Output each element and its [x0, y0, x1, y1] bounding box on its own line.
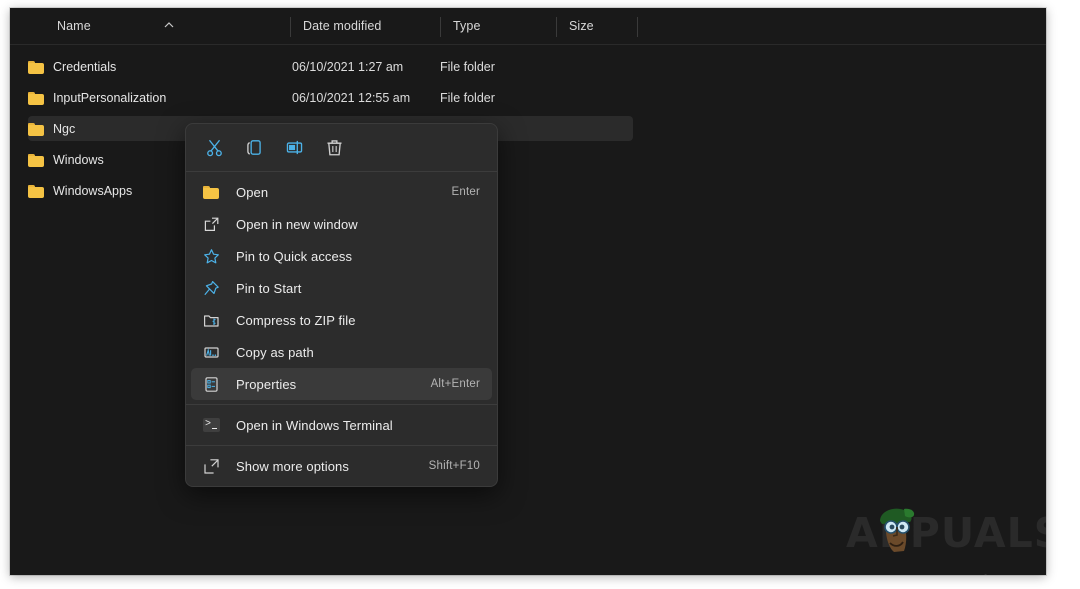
menu-item-pin-to-quick-access[interactable]: Pin to Quick access	[191, 240, 492, 272]
table-row[interactable]: Credentials 06/10/2021 1:27 am File folder	[28, 54, 633, 79]
menu-item-open-in-windows-terminal[interactable]: Open in Windows Terminal	[191, 409, 492, 441]
folder-icon	[28, 91, 45, 105]
column-header-label: Name	[57, 19, 91, 33]
context-menu-items[interactable]: Open Enter Open in new window Pin to Quick …	[186, 172, 497, 486]
column-header-name[interactable]: Name	[46, 8, 91, 44]
column-divider[interactable]	[290, 17, 291, 37]
folder-icon	[28, 122, 45, 136]
menu-item-open[interactable]: Open Enter	[191, 176, 492, 208]
folder-icon	[203, 184, 220, 201]
column-header-size[interactable]: Size	[558, 8, 594, 44]
file-type: File folder	[440, 90, 495, 105]
show-more-options-icon	[203, 458, 220, 475]
screenshot-root: Name Date modified Type Size Credentials 06/…	[0, 0, 1080, 589]
column-divider[interactable]	[637, 17, 638, 37]
rename-icon	[285, 138, 304, 157]
column-header-bar: Name Date modified Type Size	[10, 8, 1046, 45]
file-name-label: InputPersonalization	[53, 90, 167, 105]
column-header-date-modified[interactable]: Date modified	[292, 8, 381, 44]
copy-as-path-icon	[203, 344, 220, 361]
properties-icon	[203, 376, 220, 393]
cut-icon	[205, 138, 224, 157]
copy-icon	[245, 138, 264, 157]
menu-item-label: Properties	[236, 376, 297, 392]
menu-item-show-more-options[interactable]: Show more options Shift+F10	[191, 450, 492, 482]
menu-item-label: Open in Windows Terminal	[236, 417, 393, 433]
file-explorer-window: Name Date modified Type Size Credentials 06/…	[10, 8, 1046, 575]
file-row-name[interactable]: WindowsApps	[28, 178, 132, 203]
delete-button[interactable]	[317, 132, 351, 163]
pin-icon	[203, 280, 220, 297]
zip-folder-icon	[203, 312, 220, 329]
chevron-up-icon	[162, 20, 176, 30]
file-row-name[interactable]: InputPersonalization	[28, 85, 166, 110]
file-name-label: WindowsApps	[53, 183, 133, 198]
column-header-label: Size	[569, 19, 594, 33]
menu-item-open-in-new-window[interactable]: Open in new window	[191, 208, 492, 240]
column-divider[interactable]	[556, 17, 557, 37]
menu-separator	[186, 404, 497, 405]
folder-icon	[28, 153, 45, 167]
cut-button[interactable]	[197, 132, 231, 163]
file-name-label: Credentials	[53, 59, 117, 74]
column-header-type[interactable]: Type	[442, 8, 481, 44]
file-row-name[interactable]: Ngc	[28, 116, 75, 141]
rename-button[interactable]	[277, 132, 311, 163]
file-name-label: Ngc	[53, 121, 76, 136]
table-row[interactable]: InputPersonalization 06/10/2021 12:55 am F…	[28, 85, 633, 110]
wsxdn-watermark: wsxdn.com	[959, 571, 1021, 575]
menu-item-label: Pin to Start	[236, 280, 302, 296]
column-header-label: Type	[453, 19, 481, 33]
star-icon	[203, 248, 220, 265]
menu-item-properties[interactable]: Properties Alt+Enter	[191, 368, 492, 400]
terminal-icon	[203, 417, 220, 434]
menu-item-label: Open in new window	[236, 216, 358, 232]
folder-icon	[28, 184, 45, 198]
menu-item-shortcut: Alt+Enter	[430, 378, 480, 390]
menu-item-shortcut: Enter	[451, 186, 480, 198]
file-row-name[interactable]: Credentials	[28, 54, 116, 79]
column-divider[interactable]	[440, 17, 441, 37]
menu-item-label: Open	[236, 184, 269, 200]
file-type: File folder	[440, 59, 495, 74]
menu-item-copy-as-path[interactable]: Copy as path	[191, 336, 492, 368]
menu-item-label: Show more options	[236, 458, 349, 474]
open-in-new-window-icon	[203, 216, 220, 233]
file-date-modified: 06/10/2021 12:55 am	[292, 90, 411, 105]
menu-item-label: Compress to ZIP file	[236, 312, 356, 328]
menu-item-shortcut: Shift+F10	[428, 460, 480, 472]
file-list[interactable]: Credentials 06/10/2021 1:27 am File folder…	[10, 44, 1046, 575]
file-date-modified: 06/10/2021 1:27 am	[292, 59, 404, 74]
folder-icon	[28, 60, 45, 74]
menu-separator	[186, 445, 497, 446]
menu-item-compress-to-zip-file[interactable]: Compress to ZIP file	[191, 304, 492, 336]
file-name-label: Windows	[53, 152, 104, 167]
context-menu[interactable]: Open Enter Open in new window Pin to Quick …	[185, 123, 498, 487]
menu-item-label: Copy as path	[236, 344, 314, 360]
column-header-label: Date modified	[303, 19, 382, 33]
file-row-name[interactable]: Windows	[28, 147, 104, 172]
menu-item-label: Pin to Quick access	[236, 248, 353, 264]
copy-button[interactable]	[237, 132, 271, 163]
delete-icon	[325, 138, 344, 157]
context-menu-toolbar[interactable]	[186, 124, 497, 171]
menu-item-pin-to-start[interactable]: Pin to Start	[191, 272, 492, 304]
